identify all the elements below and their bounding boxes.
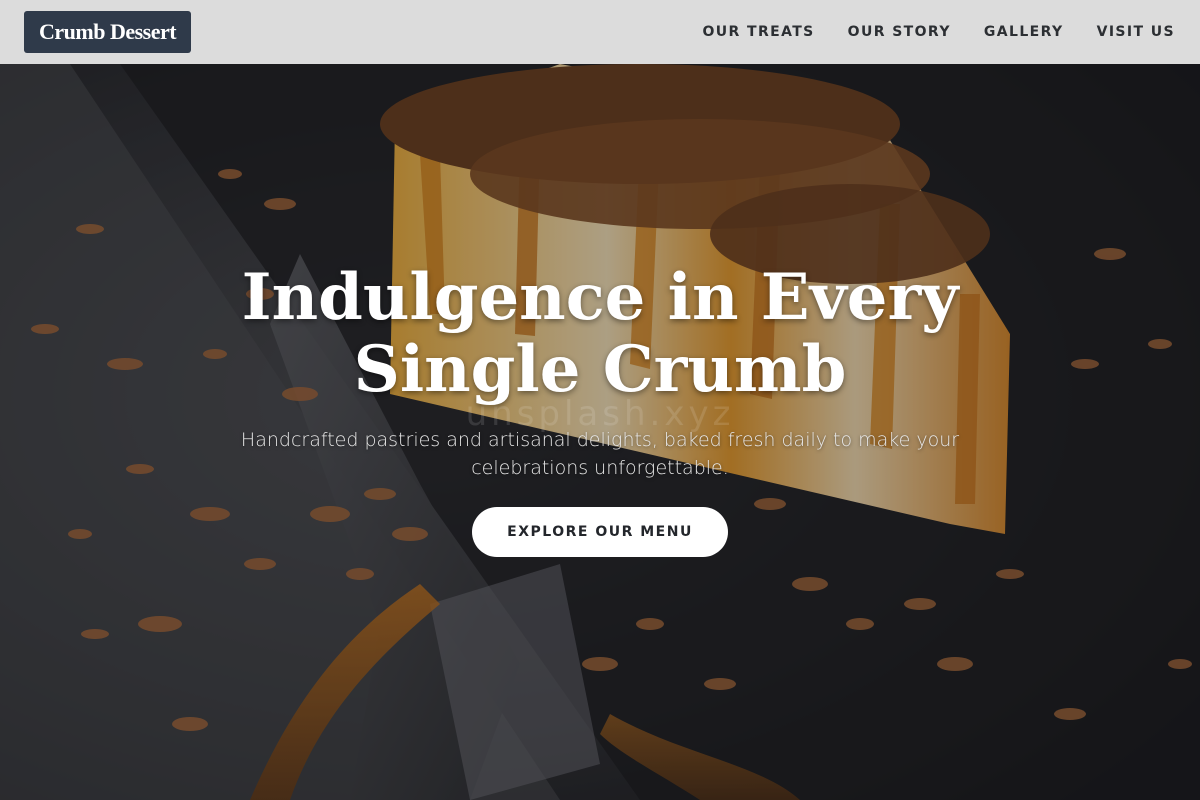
hero-section: unsplash.xyz Indulgence in Every Single …	[0, 64, 1200, 800]
hero-content: unsplash.xyz Indulgence in Every Single …	[0, 64, 1200, 800]
hero-title: Indulgence in Every Single Crumb	[150, 262, 1050, 406]
nav-link-visit-us[interactable]: VISIT US	[1097, 24, 1175, 40]
hero-subtitle: Handcrafted pastries and artisanal delig…	[240, 429, 960, 479]
brand-logo[interactable]: Crumb Dessert	[24, 11, 192, 53]
main-nav: OUR TREATS OUR STORY GALLERY VISIT US	[702, 0, 1175, 64]
site-header: Crumb Dessert OUR TREATS OUR STORY GALLE…	[0, 0, 1200, 64]
nav-link-our-story[interactable]: OUR STORY	[848, 24, 951, 40]
explore-menu-button[interactable]: EXPLORE OUR MENU	[472, 507, 728, 557]
hero-title-line-1: Indulgence in Every	[241, 260, 959, 335]
nav-link-gallery[interactable]: GALLERY	[984, 24, 1064, 40]
hero-title-line-2: Single Crumb	[353, 332, 847, 407]
nav-link-our-treats[interactable]: OUR TREATS	[702, 24, 814, 40]
